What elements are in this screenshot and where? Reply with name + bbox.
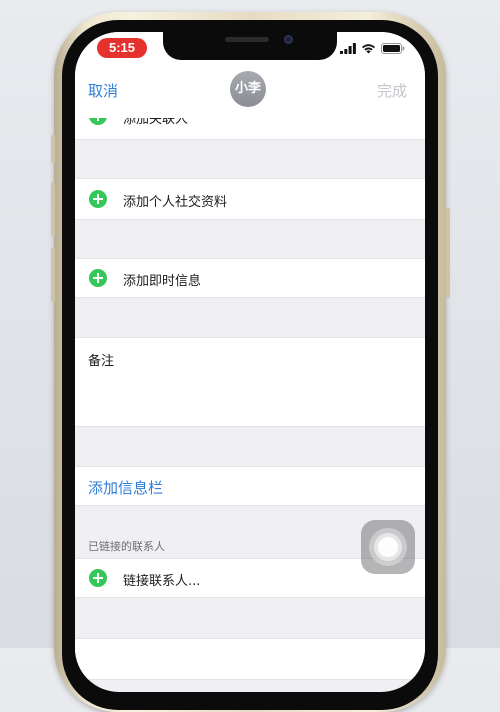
add-social-profile-label: 添加个人社交资料 — [123, 195, 228, 210]
notes-label: 备注 — [88, 354, 115, 369]
battery-icon — [381, 42, 405, 54]
add-instant-message-row[interactable]: 添加即时信息 — [75, 258, 425, 298]
nav-bar: 取消 小李 完成 — [75, 62, 425, 118]
link-contact-label: 链接联系人... — [123, 574, 201, 589]
volume-down-button — [51, 248, 55, 302]
mute-switch — [51, 135, 55, 163]
front-camera — [284, 35, 293, 44]
avatar[interactable]: 小李 — [230, 71, 266, 107]
wifi-icon — [362, 43, 375, 53]
assistive-touch-button[interactable] — [361, 520, 415, 574]
add-icon[interactable] — [89, 269, 107, 287]
add-instant-message-label: 添加即时信息 — [123, 274, 202, 289]
add-icon[interactable] — [89, 569, 107, 587]
add-icon[interactable] — [89, 190, 107, 208]
cancel-button[interactable]: 取消 — [88, 80, 118, 101]
done-button[interactable]: 完成 — [377, 80, 407, 101]
add-social-profile-row[interactable]: 添加个人社交资料 — [75, 178, 425, 220]
status-icons — [340, 42, 405, 54]
notch — [163, 32, 337, 60]
linked-contacts-header: 已链接的联系人 — [88, 540, 165, 553]
add-field-link[interactable]: 添加信息栏 — [88, 477, 163, 498]
notes-field[interactable]: 备注 — [75, 337, 425, 427]
volume-up-button — [51, 182, 55, 236]
status-time[interactable]: 5:15 — [97, 38, 147, 58]
phone-screen: 5:15 取消 小李 完成 添加关联人 添加个人社交资料 添加即时信息 备注 添… — [75, 32, 425, 692]
list-item[interactable] — [75, 638, 425, 680]
assistive-touch-dot — [378, 537, 398, 557]
power-button — [446, 208, 450, 298]
speaker-grille — [225, 37, 269, 42]
add-field-row[interactable]: 添加信息栏 — [75, 466, 425, 506]
signal-icon — [340, 42, 356, 54]
